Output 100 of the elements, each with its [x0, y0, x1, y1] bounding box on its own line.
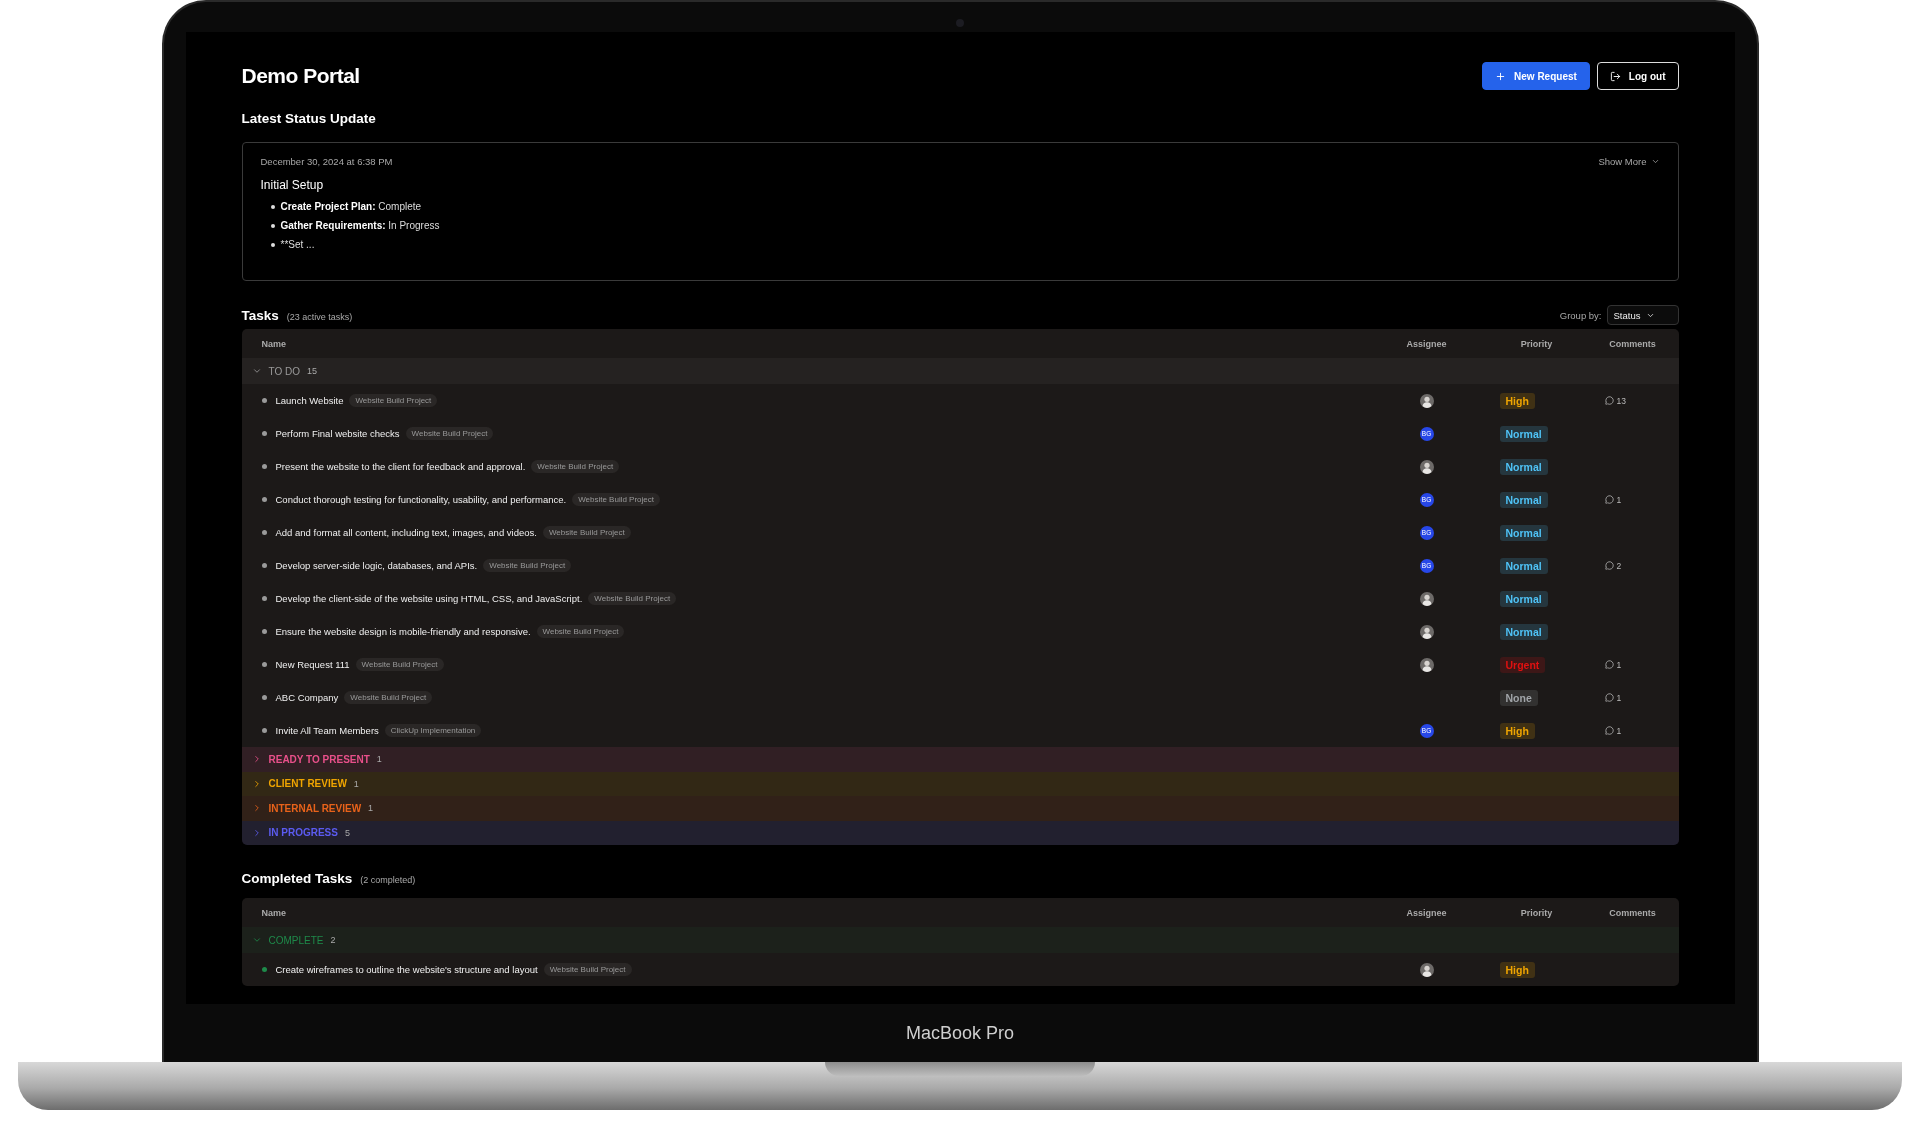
update-item: **Set ...: [280, 239, 315, 250]
group-name: TO DO: [268, 365, 300, 377]
group-count: 15: [307, 366, 317, 376]
app-title: Demo Portal: [241, 64, 360, 88]
task-name[interactable]: Conduct thorough testing for functionality, usability, and performance.: [275, 494, 567, 505]
column-header: Priority: [1520, 907, 1553, 918]
group-header[interactable]: CLIENT REVIEW 1: [241, 771, 1679, 796]
comment-count: 1: [1586, 659, 1679, 670]
group-by-label: Group by:: [1559, 309, 1602, 321]
comment-count: 2: [1586, 560, 1679, 571]
status-dot: [261, 662, 267, 667]
task-name[interactable]: Develop the client-side of the website using HTML, CSS, and JavaScript.: [275, 593, 583, 604]
chevron-down-icon: [1650, 157, 1660, 166]
priority-badge: High: [1499, 392, 1535, 409]
device-label: MacBook Pro: [905, 1022, 1014, 1044]
priority-badge: Normal: [1499, 590, 1548, 607]
group-header[interactable]: READY TO PRESENT 1: [241, 747, 1679, 772]
status-dot: [261, 464, 267, 469]
comment-count: 1: [1586, 494, 1679, 505]
comment-icon: [1604, 495, 1614, 504]
project-tag: Website Build Project: [572, 493, 660, 506]
task-name[interactable]: Add and format all content, including text, images, and videos.: [275, 527, 537, 538]
status-dot: [261, 596, 267, 601]
priority-badge: Urgent: [1499, 656, 1546, 673]
priority-badge: High: [1499, 961, 1535, 978]
task-name[interactable]: Develop server-side logic, databases, and APIs.: [275, 560, 478, 571]
group-count: 1: [376, 754, 382, 765]
comment-icon: [1604, 693, 1614, 702]
group-name: CLIENT REVIEW: [268, 778, 347, 790]
group-by-select[interactable]: Status: [1606, 305, 1679, 325]
column-header: Name: [260, 907, 286, 918]
task-name[interactable]: Create wireframes to outline the website's structure and layout: [275, 964, 538, 975]
plus-icon: [1495, 70, 1507, 82]
project-tag: Website Build Project: [542, 526, 631, 539]
group-name: COMPLETE: [268, 934, 324, 946]
avatar-icon: [1419, 393, 1434, 408]
section-heading: Tasks: [241, 307, 279, 323]
column-header: Assignee: [1406, 338, 1447, 349]
update-item: Gather Requirements: In Progress: [280, 220, 440, 231]
project-tag: ClickUp Implementation: [384, 724, 482, 737]
column-header: Assignee: [1406, 907, 1447, 918]
group-header[interactable]: INTERNAL REVIEW 1: [241, 796, 1679, 821]
section-heading: Completed Tasks: [241, 870, 353, 886]
task-name[interactable]: Ensure the website design is mobile-friendly and responsive.: [275, 626, 531, 637]
bullet-icon: [270, 242, 275, 247]
logout-icon: [1609, 70, 1621, 82]
project-tag: Website Build Project: [543, 963, 632, 976]
status-dot: [261, 967, 267, 972]
comment-icon: [1604, 396, 1614, 405]
avatar-icon: [1419, 962, 1434, 977]
project-tag: Website Build Project: [349, 394, 438, 407]
group-name: INTERNAL REVIEW: [268, 802, 362, 814]
task-name[interactable]: Perform Final website checks: [275, 428, 400, 439]
comment-icon: [1604, 726, 1614, 735]
comment-count: 13: [1586, 395, 1679, 406]
group-header[interactable]: COMPLETE 2: [241, 927, 1679, 953]
column-header: Comments: [1609, 338, 1656, 349]
priority-badge: Normal: [1499, 623, 1548, 640]
project-tag: Website Build Project: [483, 559, 572, 572]
task-name[interactable]: ABC Company: [275, 692, 339, 703]
priority-badge: High: [1499, 722, 1535, 739]
task-name[interactable]: Launch Website: [275, 395, 344, 406]
avatar-icon: [1419, 591, 1434, 606]
group-count: 2: [330, 935, 336, 945]
status-dot: [261, 563, 267, 568]
comment-icon: [1604, 561, 1614, 570]
project-tag: Website Build Project: [531, 460, 620, 473]
update-date: December 30, 2024 at 6:38 PM: [260, 156, 393, 167]
group-header[interactable]: IN PROGRESS 5: [241, 820, 1679, 845]
group-count: 1: [368, 803, 374, 814]
bullet-icon: [270, 204, 275, 209]
priority-badge: None: [1499, 689, 1538, 706]
task-count: (23 active tasks): [286, 311, 353, 322]
status-dot: [261, 497, 267, 502]
project-tag: Website Build Project: [344, 691, 433, 704]
avatar-icon: [1419, 459, 1434, 474]
project-tag: Website Build Project: [405, 427, 494, 440]
column-header: Priority: [1520, 338, 1553, 349]
task-name[interactable]: New Request 111: [275, 659, 350, 670]
project-tag: Website Build Project: [536, 625, 625, 638]
status-dot: [261, 398, 267, 403]
update-title: Initial Setup: [260, 178, 325, 192]
status-dot: [261, 629, 267, 634]
comment-count: 1: [1586, 725, 1679, 736]
priority-badge: Normal: [1499, 425, 1548, 442]
avatar-icon: [1419, 624, 1434, 639]
section-heading: Latest Status Update: [241, 110, 376, 126]
task-name[interactable]: Present the website to the client for feedback and approval.: [275, 461, 526, 472]
task-name[interactable]: Invite All Team Members: [275, 725, 379, 736]
show-more-button[interactable]: Show More: [1598, 156, 1660, 167]
task-count: (2 completed): [360, 874, 416, 885]
comment-icon: [1604, 660, 1614, 669]
group-count: 1: [353, 778, 359, 789]
logout-button[interactable]: Log out: [1596, 62, 1679, 90]
bullet-icon: [270, 223, 275, 228]
group-header[interactable]: TO DO 15: [241, 358, 1679, 384]
new-request-button[interactable]: New Request: [1482, 62, 1590, 90]
comment-count: 1: [1586, 692, 1679, 703]
column-header: Comments: [1609, 907, 1656, 918]
status-dot: [261, 695, 267, 700]
